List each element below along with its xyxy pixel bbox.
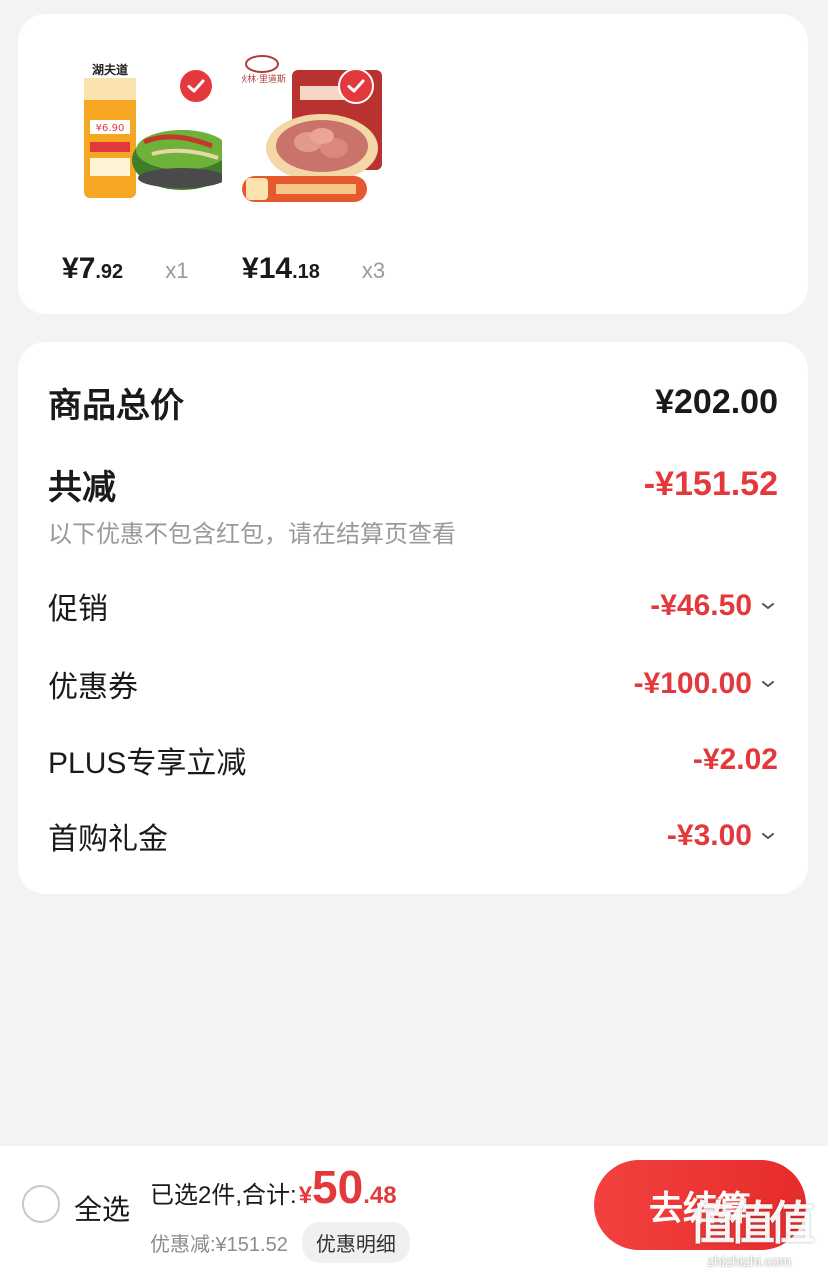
coupon-value-wrap[interactable]: -¥100.00: [634, 667, 778, 701]
checkout-button[interactable]: 去结算: [594, 1160, 806, 1250]
svg-text:秋林·里道斯: 秋林·里道斯: [242, 73, 286, 85]
coupon-label: 优惠券: [48, 671, 138, 704]
first-purchase-gift-value: -¥3.00: [666, 819, 752, 852]
price-summary-card: 商品总价 ¥202.00 共减 -¥151.52 以下优惠不包含红包，请在结算页…: [18, 342, 808, 894]
discount-note: 以下优惠不包含红包，请在结算页查看: [48, 521, 456, 548]
price-decimal: .92: [95, 261, 124, 283]
coupon-value: -¥100.00: [633, 667, 752, 700]
total-currency-symbol: ¥: [298, 1182, 313, 1209]
first-purchase-gift-label: 首购礼金: [48, 823, 168, 856]
currency-symbol: ¥: [242, 252, 259, 285]
price-integer: 7: [78, 252, 96, 285]
select-all-radio[interactable]: [22, 1185, 60, 1223]
currency-symbol: ¥: [62, 252, 79, 285]
chevron-down-icon[interactable]: [758, 674, 778, 694]
product-price-row: ¥ 14 .18 x3: [242, 252, 422, 292]
promotion-value-wrap[interactable]: -¥46.50: [650, 589, 778, 623]
discount-line: 优惠减:¥151.52 优惠明细: [150, 1222, 410, 1263]
total-amount-integer: 50: [312, 1161, 364, 1213]
total-reduction-value: -¥151.52: [643, 465, 778, 503]
discount-amount-text: 优惠减:¥151.52: [150, 1234, 288, 1256]
selected-total-line: 已选2件,合计: ¥ 50 .48: [150, 1160, 397, 1213]
price-integer: 14: [258, 252, 293, 285]
total-reduction-row: 共减 -¥151.52: [48, 460, 778, 509]
first-purchase-gift-row[interactable]: 首购礼金 -¥3.00: [48, 814, 778, 858]
selected-products-card: 湖夫道 ¥6.90 ¥ 7 .92 x1 秋林·里道斯 ¥ 14 .18 x3: [18, 14, 808, 314]
plus-discount-row: PLUS专享立减 -¥2.02: [48, 738, 778, 782]
promotion-value: -¥46.50: [650, 589, 752, 622]
product-item[interactable]: 湖夫道 ¥6.90 ¥ 7 .92 x1: [62, 50, 222, 300]
first-purchase-gift-value-wrap[interactable]: -¥3.00: [667, 819, 778, 853]
total-reduction-label: 共减: [48, 469, 116, 507]
plus-discount-value: -¥2.02: [692, 743, 778, 776]
coupon-row[interactable]: 优惠券 -¥100.00: [48, 662, 778, 706]
quantity-label: x3: [361, 258, 386, 283]
total-amount-decimal: .48: [363, 1182, 397, 1209]
product-item[interactable]: 秋林·里道斯 ¥ 14 .18 x3: [242, 50, 402, 300]
quantity-label: x1: [165, 258, 189, 283]
checked-icon[interactable]: [338, 68, 374, 104]
total-price-row: 商品总价 ¥202.00: [48, 378, 778, 427]
svg-text:¥6.90: ¥6.90: [96, 123, 125, 134]
checkout-bar: 全选 已选2件,合计: ¥ 50 .48 优惠减:¥151.52 优惠明细 去结…: [0, 1146, 828, 1274]
svg-text:湖夫道: 湖夫道: [92, 62, 128, 77]
chevron-down-icon[interactable]: [758, 596, 778, 616]
promotion-label: 促销: [48, 593, 108, 626]
price-decimal: .18: [292, 261, 320, 283]
product-image-meat[interactable]: 秋林·里道斯: [242, 50, 402, 210]
selected-count-text: 已选2件,合计:: [150, 1182, 297, 1209]
total-price-label: 商品总价: [48, 387, 184, 425]
product-price-row: ¥ 7 .92 x1: [62, 252, 242, 292]
select-all-label[interactable]: 全选: [74, 1188, 130, 1228]
discount-detail-button[interactable]: 优惠明细: [301, 1222, 410, 1263]
checked-icon[interactable]: [178, 68, 214, 104]
promotion-row[interactable]: 促销 -¥46.50: [48, 584, 778, 628]
total-price-value: ¥202.00: [655, 383, 778, 421]
chevron-down-icon[interactable]: [758, 826, 778, 846]
plus-discount-label: PLUS专享立减: [48, 747, 247, 780]
